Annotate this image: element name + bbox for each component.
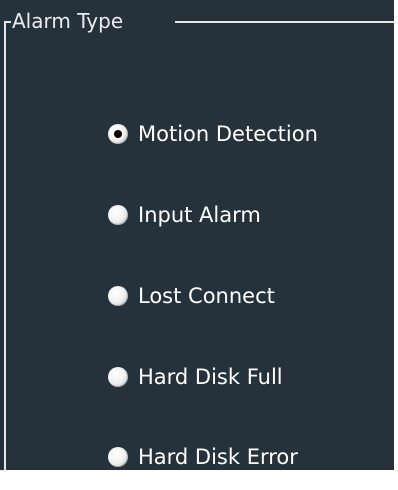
radio-option-hard-disk-error[interactable]: Hard Disk Error — [108, 441, 298, 473]
radio-dot-icon — [114, 130, 122, 138]
radio-option-lost-connect[interactable]: Lost Connect — [108, 280, 275, 312]
radio-button-icon[interactable] — [108, 205, 128, 225]
radio-button-selected-icon[interactable] — [108, 124, 128, 144]
groupbox-title: Alarm Type — [12, 9, 124, 33]
radio-label: Hard Disk Full — [138, 365, 283, 389]
alarm-type-panel: Alarm Type Motion Detection Input Alarm … — [0, 0, 394, 470]
groupbox-border-top-right — [175, 21, 394, 23]
radio-label: Lost Connect — [138, 284, 275, 308]
radio-button-icon[interactable] — [108, 286, 128, 306]
radio-label: Motion Detection — [138, 122, 318, 146]
radio-option-hard-disk-full[interactable]: Hard Disk Full — [108, 361, 283, 393]
radio-button-icon[interactable] — [108, 447, 128, 467]
radio-option-motion-detection[interactable]: Motion Detection — [108, 118, 318, 150]
radio-label: Hard Disk Error — [138, 445, 298, 469]
radio-button-icon[interactable] — [108, 367, 128, 387]
radio-label: Input Alarm — [138, 203, 261, 227]
groupbox-border-left — [4, 21, 6, 470]
radio-option-input-alarm[interactable]: Input Alarm — [108, 199, 261, 231]
